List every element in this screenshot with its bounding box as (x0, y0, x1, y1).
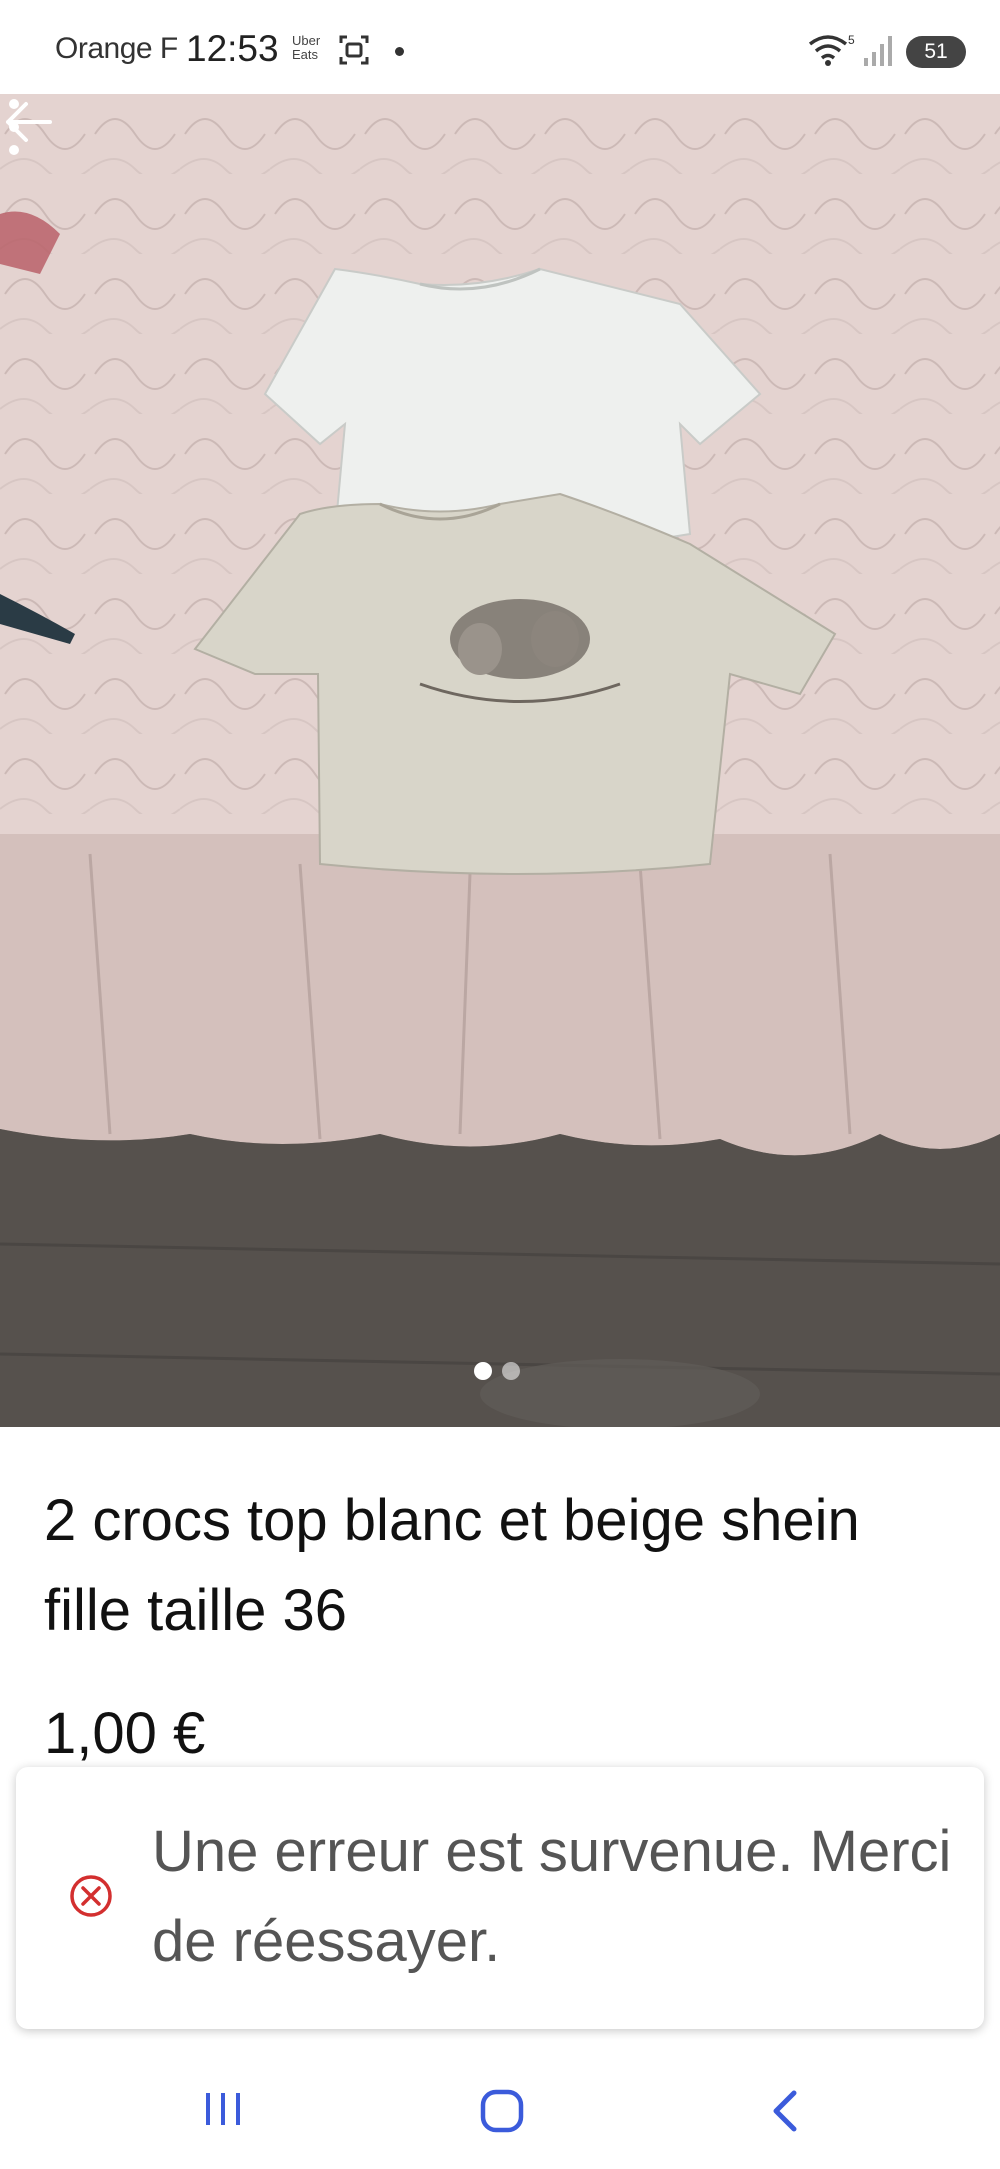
recents-icon[interactable] (200, 2089, 246, 2129)
listing-price: 1,00 € (44, 1701, 206, 1766)
error-circle-icon (70, 1875, 112, 1917)
battery-indicator: 51 (906, 36, 966, 68)
error-message: Une erreur est survenue. Merci de réessa… (152, 1819, 952, 1974)
carrier-name: Orange F (55, 32, 178, 65)
wifi-icon: 5 (808, 33, 855, 66)
screen-record-icon (339, 35, 369, 65)
status-bar: Orange F 12:53 Uber Eats 5 51 (0, 0, 1000, 94)
more-vertical-icon[interactable] (0, 94, 28, 160)
product-photo (0, 94, 1000, 1427)
clock: 12:53 (186, 28, 279, 69)
signal-icon (864, 36, 892, 66)
carousel-page-indicator (474, 1362, 520, 1380)
home-icon[interactable] (478, 2087, 526, 2135)
uber-eats-notification-icon: Uber Eats (292, 33, 321, 62)
wifi-band-label: 5 (848, 33, 855, 47)
listing-title: 2 crocs top blanc et beige shein fille t… (44, 1488, 860, 1643)
notification-dot-icon (395, 47, 404, 56)
product-image-carousel[interactable] (0, 94, 1000, 1427)
carousel-dot[interactable] (502, 1362, 520, 1380)
chevron-left-icon[interactable] (764, 2087, 804, 2135)
carousel-dot-active[interactable] (474, 1362, 492, 1380)
error-toast: Une erreur est survenue. Merci de réessa… (16, 1767, 984, 2029)
